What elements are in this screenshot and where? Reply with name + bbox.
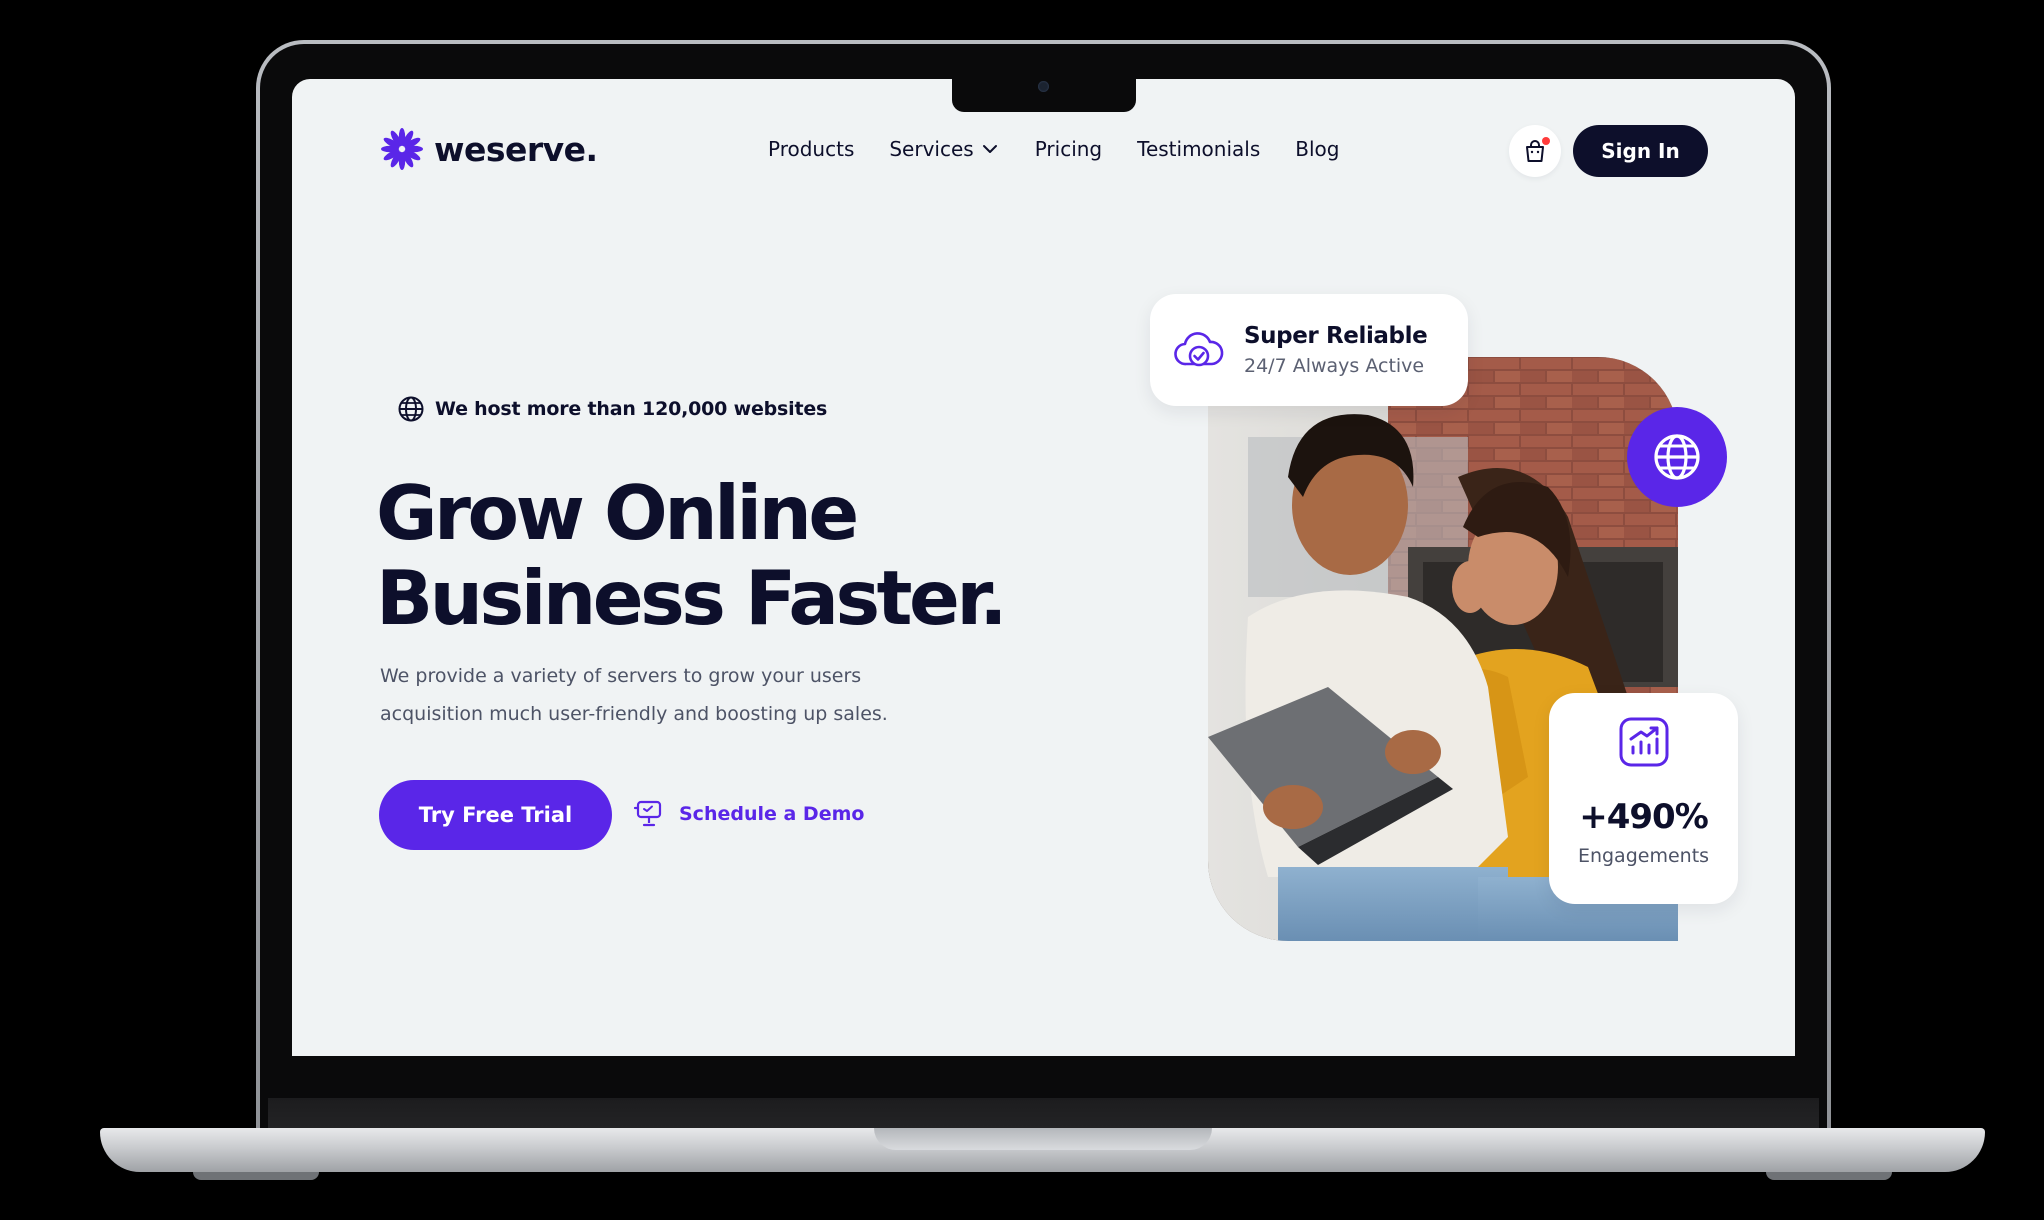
- laptop-base: [100, 1128, 1985, 1172]
- chevron-down-icon: [982, 145, 997, 153]
- camera-icon: [1038, 81, 1049, 92]
- engagement-card: +490% Engagements: [1549, 693, 1738, 904]
- nav-item-label: Products: [768, 137, 855, 161]
- main-nav: Products Services Pricing Testimonials B…: [768, 137, 1339, 161]
- engagement-value: +490%: [1579, 797, 1709, 837]
- laptop-foot-left: [193, 1172, 319, 1180]
- cart-button[interactable]: [1509, 125, 1561, 177]
- cloud-check-icon: [1174, 332, 1224, 367]
- laptop-base-notch: [874, 1128, 1212, 1150]
- host-badge-text: We host more than 120,000 websites: [435, 398, 828, 420]
- globe-icon: [1654, 434, 1700, 480]
- try-free-trial-button[interactable]: Try Free Trial: [379, 780, 612, 850]
- globe-bubble: [1627, 407, 1727, 507]
- hero-title: Grow Online Business Faster.: [376, 471, 1116, 641]
- screen: weserve. Products Services Pricing Testi…: [292, 79, 1795, 1056]
- nav-item-products[interactable]: Products: [768, 137, 854, 161]
- hero-title-line-2: Business Faster.: [376, 554, 1008, 642]
- brand-name: weserve.: [434, 129, 598, 169]
- flower-burst-icon: [381, 128, 423, 170]
- chart-up-icon: [1619, 717, 1668, 767]
- nav-item-label: Blog: [1295, 137, 1340, 161]
- super-reliable-title: Super Reliable: [1244, 323, 1428, 349]
- hero-description-line-2: acquisition much user-friendly and boost…: [380, 703, 888, 725]
- host-badge: We host more than 120,000 websites: [397, 395, 827, 423]
- hero-title-line-1: Grow Online: [376, 469, 859, 557]
- schedule-demo-label: Schedule a Demo: [679, 803, 865, 825]
- nav-item-label: Services: [889, 137, 974, 161]
- hero-description: We provide a variety of servers to grow …: [380, 657, 940, 733]
- nav-item-pricing[interactable]: Pricing: [1035, 137, 1102, 161]
- notification-dot: [1542, 137, 1550, 145]
- shopping-bag-icon: [1521, 137, 1550, 165]
- presentation-icon: [633, 800, 662, 827]
- hero-description-line-1: We provide a variety of servers to grow …: [380, 665, 862, 687]
- engagement-label: Engagements: [1577, 845, 1710, 867]
- nav-item-services[interactable]: Services: [889, 137, 999, 161]
- nav-item-label: Pricing: [1034, 137, 1103, 161]
- super-reliable-text: Super Reliable 24/7 Always Active: [1244, 323, 1428, 377]
- nav-item-blog[interactable]: Blog: [1295, 137, 1339, 161]
- schedule-demo-link[interactable]: Schedule a Demo: [633, 798, 864, 830]
- super-reliable-subtitle: 24/7 Always Active: [1244, 355, 1425, 377]
- camera-notch: [952, 79, 1136, 112]
- nav-item-testimonials[interactable]: Testimonials: [1137, 137, 1260, 161]
- brand[interactable]: weserve.: [380, 127, 598, 171]
- nav-item-label: Testimonials: [1137, 137, 1261, 161]
- laptop-foot-right: [1766, 1172, 1892, 1180]
- globe-icon: [398, 396, 424, 422]
- super-reliable-card: Super Reliable 24/7 Always Active: [1150, 294, 1468, 406]
- sign-in-button[interactable]: Sign In: [1573, 125, 1708, 177]
